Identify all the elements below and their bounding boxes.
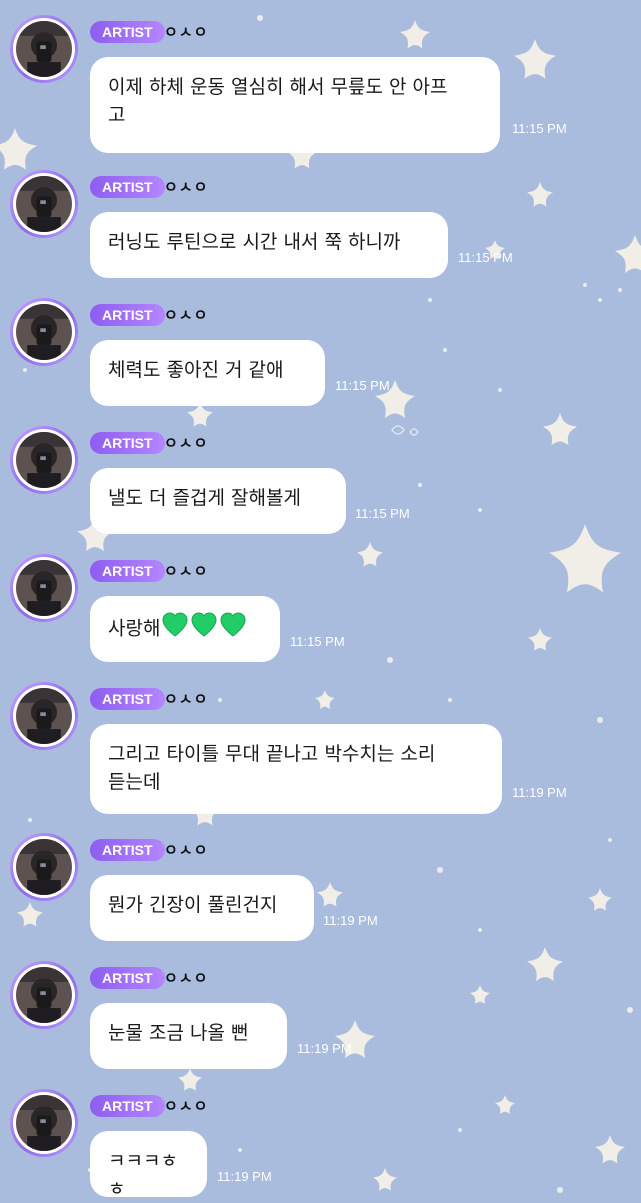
message-bubble[interactable]: ㅋㅋㅋㅎㅎ <box>90 1131 207 1200</box>
green-heart-icons <box>162 612 246 646</box>
green-heart-icon <box>220 612 246 637</box>
message-bubble[interactable]: 그리고 타이틀 무대 끝나고 박수치는 소리 듣는데 <box>90 724 502 814</box>
message-bubble[interactable]: 이제 하체 운동 열심히 해서 무릎도 안 아프 고 <box>90 57 500 153</box>
artist-badge: ARTIST <box>90 432 165 454</box>
sender-name: ㅇㅅㅇ <box>164 306 209 324</box>
artist-badge: ARTIST <box>90 839 165 861</box>
artist-badge: ARTIST <box>90 967 165 989</box>
artist-badge: ARTIST <box>90 560 165 582</box>
sender-name: ㅇㅅㅇ <box>164 690 209 708</box>
avatar[interactable] <box>10 170 78 238</box>
timestamp: 11:19 PM <box>217 1169 272 1184</box>
artist-badge: ARTIST <box>90 21 165 43</box>
message-line: 그리고 타이틀 무대 끝나고 박수치는 소리 <box>108 743 436 765</box>
message-line: 듣는데 <box>108 771 161 793</box>
message-bubble[interactable]: 눈물 조금 나올 뻔 <box>90 1003 287 1069</box>
artist-badge: ARTIST <box>90 688 165 710</box>
message-line: 체력도 좋아진 거 같애 <box>108 359 284 381</box>
timestamp: 11:15 PM <box>335 378 390 393</box>
timestamp: 11:19 PM <box>297 1041 352 1056</box>
message-bubble[interactable]: 체력도 좋아진 거 같애 <box>90 340 325 406</box>
avatar[interactable] <box>10 554 78 622</box>
artist-badge: ARTIST <box>90 304 165 326</box>
sender-name: ㅇㅅㅇ <box>164 434 209 452</box>
message-bubble[interactable]: 러닝도 루틴으로 시간 내서 쭉 하니까 <box>90 212 448 278</box>
avatar[interactable] <box>10 15 78 83</box>
sender-name: ㅇㅅㅇ <box>164 841 209 859</box>
sender-name: ㅇㅅㅇ <box>164 23 209 41</box>
timestamp: 11:19 PM <box>512 785 567 800</box>
message-bubble[interactable]: 낼도 더 즐겁게 잘해볼게 <box>90 468 346 534</box>
avatar[interactable] <box>10 1089 78 1157</box>
sender-name: ㅇㅅㅇ <box>164 1097 209 1115</box>
timestamp: 11:15 PM <box>512 121 567 136</box>
message-line: 사랑해 <box>108 617 161 640</box>
timestamp: 11:19 PM <box>323 913 378 928</box>
sender-name: ㅇㅅㅇ <box>164 969 209 987</box>
artist-badge: ARTIST <box>90 176 165 198</box>
message-line: ㅋㅋㅋㅎㅎ <box>108 1150 178 1200</box>
message-line: 러닝도 루틴으로 시간 내서 쭉 하니까 <box>108 231 401 253</box>
sender-name: ㅇㅅㅇ <box>164 562 209 580</box>
message-line: 이제 하체 운동 열심히 해서 무릎도 안 아프 <box>108 76 448 98</box>
avatar[interactable] <box>10 961 78 1029</box>
timestamp: 11:15 PM <box>458 250 513 265</box>
avatar[interactable] <box>10 298 78 366</box>
avatar[interactable] <box>10 833 78 901</box>
timestamp: 11:15 PM <box>290 634 345 649</box>
message-bubble[interactable]: 사랑해 <box>90 596 280 662</box>
green-heart-icon <box>162 612 188 637</box>
timestamp: 11:15 PM <box>355 506 410 521</box>
message-bubble[interactable]: 뭔가 긴장이 풀린건지 <box>90 875 314 941</box>
avatar[interactable] <box>10 426 78 494</box>
artist-badge: ARTIST <box>90 1095 165 1117</box>
message-line: 뭔가 긴장이 풀린건지 <box>108 894 278 916</box>
sender-name: ㅇㅅㅇ <box>164 178 209 196</box>
avatar[interactable] <box>10 682 78 750</box>
green-heart-icon <box>191 612 217 637</box>
message-line: 고 <box>108 104 126 126</box>
message-line: 눈물 조금 나올 뻔 <box>108 1022 249 1044</box>
message-line: 낼도 더 즐겁게 잘해볼게 <box>108 487 301 509</box>
